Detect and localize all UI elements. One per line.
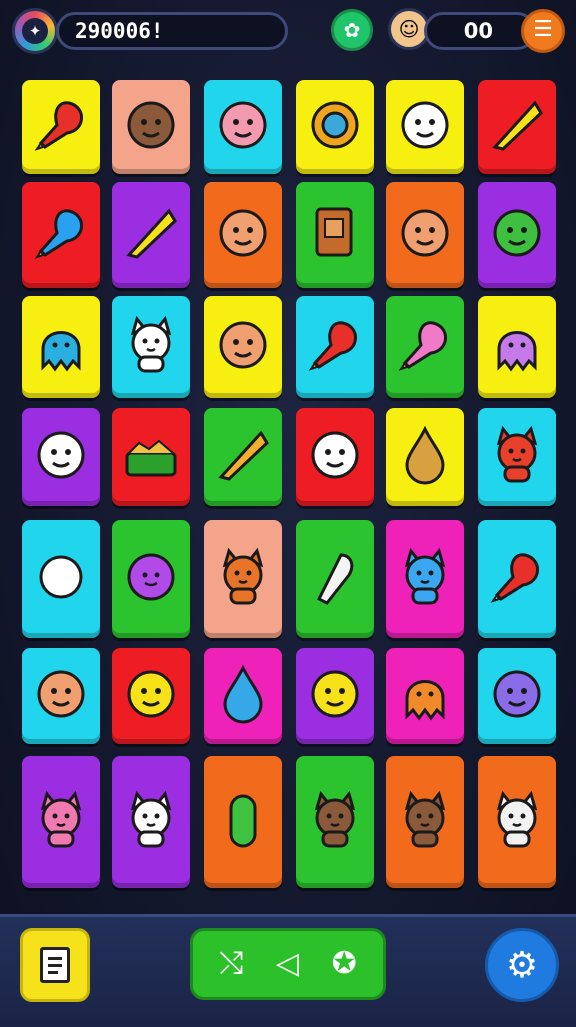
orange-cat-icon <box>211 545 275 613</box>
orange-octopus-icon <box>393 662 457 730</box>
board-tile[interactable] <box>22 408 100 506</box>
basket-icon <box>119 423 183 491</box>
board-tile[interactable] <box>22 296 100 398</box>
water-drop-icon <box>211 662 275 730</box>
drop-gear-icon <box>393 423 457 491</box>
sound-icon[interactable]: ◁ <box>276 949 299 979</box>
board-tile[interactable] <box>112 756 190 888</box>
board-tile[interactable] <box>112 408 190 506</box>
menu-list-button[interactable] <box>20 928 90 1002</box>
board-tile[interactable] <box>386 182 464 288</box>
board-tile[interactable] <box>204 520 282 638</box>
brown-bear-icon <box>303 788 367 856</box>
red-balloon-icon <box>29 662 93 730</box>
board-tile[interactable] <box>478 296 556 398</box>
board-tile[interactable] <box>296 648 374 744</box>
board-tile[interactable] <box>296 756 374 888</box>
board-tile[interactable] <box>478 182 556 288</box>
board-tile[interactable] <box>296 296 374 398</box>
document-icon <box>40 947 70 983</box>
board-tile[interactable] <box>22 756 100 888</box>
gear-icon: ⚙ <box>505 944 539 986</box>
white-tooth-icon <box>303 545 367 613</box>
board-tile[interactable] <box>204 408 282 506</box>
board-tile[interactable] <box>112 296 190 398</box>
red-drumstick-icon <box>303 313 367 381</box>
board-tile[interactable] <box>386 408 464 506</box>
board-tile[interactable] <box>296 80 374 174</box>
board-tile[interactable] <box>204 296 282 398</box>
board-tile[interactable] <box>386 296 464 398</box>
red-drumstick-icon <box>485 545 549 613</box>
pink-cat-icon <box>29 788 93 856</box>
drumstick-icon <box>29 93 93 161</box>
purple-flower-icon <box>119 545 183 613</box>
octopus-icon <box>485 313 549 381</box>
girl-face-icon <box>211 201 275 269</box>
purple-ball-face-icon <box>485 662 549 730</box>
board-tile[interactable] <box>22 182 100 288</box>
board-tile[interactable] <box>204 182 282 288</box>
white-cat-icon <box>119 313 183 381</box>
board-tile[interactable] <box>204 648 282 744</box>
deer-face-icon <box>119 93 183 161</box>
red-bear-icon <box>485 423 549 491</box>
board-tile[interactable] <box>296 182 374 288</box>
settings-button[interactable]: ⚙ <box>485 928 559 1002</box>
board-tile[interactable] <box>22 80 100 174</box>
board-tile[interactable] <box>204 756 282 888</box>
ghost-face-icon <box>393 93 457 161</box>
shuffle-icon[interactable]: ⤭ <box>219 949 243 979</box>
green-blob-icon <box>485 201 549 269</box>
board-tile[interactable] <box>386 520 464 638</box>
board-tile[interactable] <box>386 648 464 744</box>
pink-drumstick-icon <box>393 313 457 381</box>
umbrella-icon <box>119 201 183 269</box>
boy-face-icon <box>211 313 275 381</box>
brown-bear-icon <box>393 788 457 856</box>
actions-panel: ⤭ ◁ ✪ <box>190 928 386 1000</box>
green-pickle-icon <box>211 788 275 856</box>
bell-icon <box>303 93 367 161</box>
cheese-wedge-icon <box>211 423 275 491</box>
board-tile[interactable] <box>296 520 374 638</box>
board-tile[interactable] <box>478 520 556 638</box>
board-tile[interactable] <box>112 80 190 174</box>
board-tile[interactable] <box>386 756 464 888</box>
board-tile[interactable] <box>296 408 374 506</box>
board-tile[interactable] <box>204 80 282 174</box>
blue-ghost-icon <box>29 313 93 381</box>
boy-face-icon <box>393 201 457 269</box>
yellow-cat-face-icon <box>119 662 183 730</box>
white-face-icon <box>303 423 367 491</box>
board-tile[interactable] <box>478 756 556 888</box>
board-tile[interactable] <box>478 408 556 506</box>
tile-board <box>0 0 576 900</box>
husky-dog-icon <box>485 788 549 856</box>
white-blob-icon <box>29 423 93 491</box>
hint-icon[interactable]: ✪ <box>332 949 357 979</box>
blue-carrot-icon <box>29 201 93 269</box>
board-tile[interactable] <box>478 648 556 744</box>
board-tile[interactable] <box>112 648 190 744</box>
blue-cat-icon <box>393 545 457 613</box>
broom-icon <box>485 93 549 161</box>
board-tile[interactable] <box>478 80 556 174</box>
book-icon <box>303 201 367 269</box>
board-tile[interactable] <box>386 80 464 174</box>
board-tile[interactable] <box>112 182 190 288</box>
yellow-cat-face-icon <box>303 662 367 730</box>
white-cat-icon <box>119 788 183 856</box>
pink-blob-face-icon <box>211 93 275 161</box>
board-tile[interactable] <box>22 520 100 638</box>
blue-girl-icon <box>29 545 93 613</box>
board-tile[interactable] <box>22 648 100 744</box>
board-tile[interactable] <box>112 520 190 638</box>
